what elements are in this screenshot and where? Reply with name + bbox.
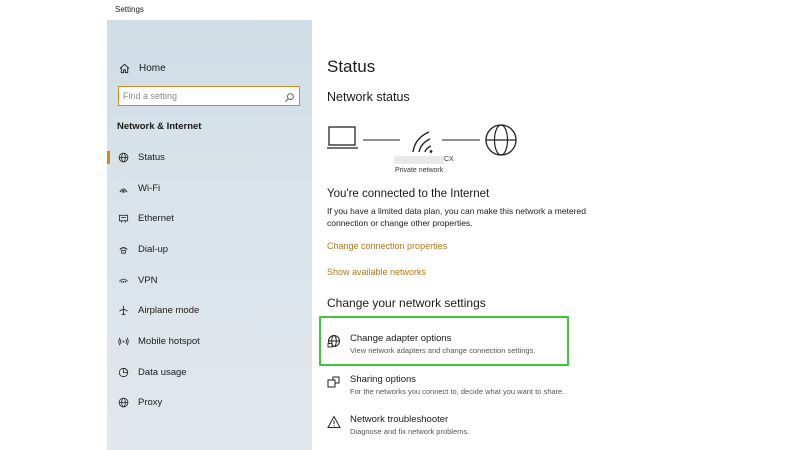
- network-name: CX: [444, 156, 454, 163]
- sidebar-item-data-usage[interactable]: Data usage: [107, 357, 312, 388]
- dialup-icon: [117, 243, 129, 255]
- wifi-signal-icon: [412, 131, 433, 153]
- vpn-icon: [117, 274, 129, 286]
- connection-description: If you have a limited data plan, you can…: [327, 206, 586, 228]
- sidebar-item-label: Status: [138, 151, 165, 163]
- warning-icon: [327, 415, 341, 429]
- sidebar-item-label: VPN: [138, 274, 158, 286]
- network-status-heading: Network status: [327, 90, 410, 104]
- window-title: Settings: [115, 5, 144, 14]
- home-icon: [117, 63, 131, 74]
- ethernet-icon: [117, 213, 129, 225]
- sidebar-item-label: Wi-Fi: [138, 182, 161, 194]
- option-subtitle: For the networks you connect to, decide …: [350, 387, 565, 396]
- option-title: Network troubleshooter: [350, 414, 449, 425]
- sidebar-item-proxy[interactable]: Proxy: [107, 388, 312, 419]
- laptop-icon: [327, 126, 358, 149]
- redacted-network-name: [394, 156, 444, 164]
- title-bar: Settings: [0, 0, 800, 20]
- main-content: Status Network status CX Private network…: [327, 20, 800, 450]
- search-icon[interactable]: [284, 90, 295, 102]
- globe-icon: [117, 151, 129, 163]
- sidebar-item-label: Dial-up: [138, 243, 169, 255]
- network-troubleshooter[interactable]: Network troubleshooter Diagnose and fix …: [327, 414, 587, 442]
- sidebar-item-status[interactable]: Status: [107, 142, 312, 173]
- sharing-options[interactable]: Sharing options For the networks you con…: [327, 374, 587, 402]
- connection-status-heading: You're connected to the Internet: [327, 188, 490, 200]
- sidebar-item-label: Proxy: [138, 397, 163, 409]
- airplane-icon: [117, 305, 129, 317]
- search-box[interactable]: [118, 86, 300, 106]
- sidebar-item-label: Airplane mode: [138, 305, 200, 317]
- proxy-globe-icon: [117, 397, 129, 409]
- highlight-box: [319, 316, 569, 366]
- network-type: Private network: [395, 167, 444, 174]
- hotspot-icon: [117, 335, 129, 347]
- home-label: Home: [139, 62, 166, 74]
- nav-list: Status Wi-Fi Ethernet Dial-up VPN Airpla…: [107, 142, 312, 418]
- sidebar-item-ethernet[interactable]: Ethernet: [107, 203, 312, 234]
- sidebar-item-label: Ethernet: [138, 213, 174, 225]
- show-available-networks-link[interactable]: Show available networks: [327, 267, 426, 277]
- internet-globe-icon: [485, 124, 517, 156]
- sidebar-item-mobile-hotspot[interactable]: Mobile hotspot: [107, 326, 312, 357]
- option-title: Sharing options: [350, 374, 417, 385]
- home-nav-item[interactable]: Home: [117, 60, 166, 76]
- search-input[interactable]: [123, 89, 283, 103]
- sidebar-item-label: Mobile hotspot: [138, 335, 200, 347]
- sidebar-item-airplane-mode[interactable]: Airplane mode: [107, 295, 312, 326]
- sidebar-item-wifi[interactable]: Wi-Fi: [107, 173, 312, 204]
- change-settings-heading: Change your network settings: [327, 296, 486, 310]
- option-subtitle: Diagnose and fix network problems.: [350, 427, 470, 436]
- sharing-icon: [327, 375, 341, 389]
- page-title: Status: [327, 57, 376, 76]
- section-title: Network & Internet: [117, 121, 202, 132]
- wifi-icon: [117, 182, 129, 194]
- data-usage-icon: [117, 366, 129, 378]
- sidebar-item-label: Data usage: [138, 366, 187, 378]
- sidebar-item-vpn[interactable]: VPN: [107, 265, 312, 296]
- sidebar-item-dialup[interactable]: Dial-up: [107, 234, 312, 265]
- sidebar: Home Network & Internet Status Wi-Fi Eth…: [107, 20, 312, 450]
- change-connection-properties-link[interactable]: Change connection properties: [327, 241, 447, 251]
